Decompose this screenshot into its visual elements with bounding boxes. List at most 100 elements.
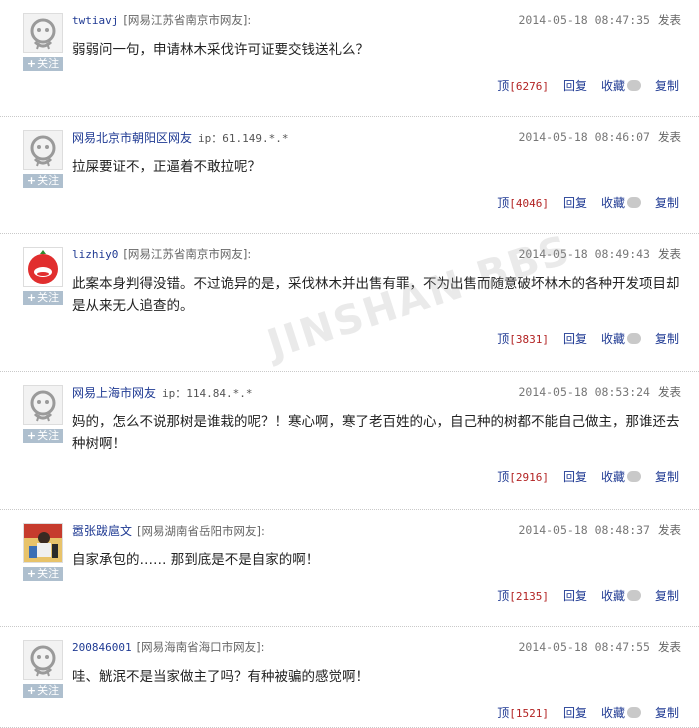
comment-timestamp: 2014-05-18 08:46:07 发表 — [518, 129, 681, 145]
user-avatar[interactable] — [23, 385, 63, 425]
reply-button[interactable]: 回复 — [563, 332, 587, 346]
copy-button[interactable]: 复制 — [655, 706, 679, 720]
copy-button[interactable]: 复制 — [655, 332, 679, 346]
plus-icon: + — [26, 174, 37, 187]
reply-button[interactable]: 回复 — [563, 470, 587, 484]
copy-button[interactable]: 复制 — [655, 196, 679, 210]
comment-timestamp: 2014-05-18 08:49:43 发表 — [518, 246, 681, 262]
copy-button[interactable]: 复制 — [655, 589, 679, 603]
plus-icon: + — [26, 291, 37, 304]
username-link[interactable]: 网易北京市朝阳区网友 — [72, 131, 192, 145]
timestamp-text: 2014-05-18 08:47:55 — [518, 640, 650, 654]
comment-meta: 网易上海市网友 ip：114.84.*.* — [72, 384, 253, 401]
plus-icon: + — [26, 684, 37, 697]
collect-button[interactable]: 收藏 — [601, 470, 641, 484]
follow-button[interactable]: +关注 — [23, 567, 63, 581]
upvote-button[interactable]: 顶[3831] — [497, 332, 549, 346]
collect-button[interactable]: 收藏 — [601, 706, 641, 720]
comment-actions: 顶[2916] 回复 收藏 复制 — [497, 468, 679, 485]
comment-actions: 顶[1521] 回复 收藏 复制 — [497, 704, 679, 721]
reply-button[interactable]: 回复 — [563, 706, 587, 720]
user-avatar[interactable] — [23, 13, 63, 53]
comment-item: +关注 网易上海市网友 ip：114.84.*.* 2014-05-18 08:53:… — [0, 372, 699, 510]
collect-label: 收藏 — [600, 706, 625, 720]
collect-label: 收藏 — [600, 470, 625, 484]
timestamp-text: 2014-05-18 08:49:43 — [518, 247, 650, 261]
speech-bubble-icon — [626, 80, 641, 91]
timestamp-text: 2014-05-18 08:48:37 — [518, 523, 650, 537]
follow-button[interactable]: +关注 — [23, 57, 63, 71]
publish-label: 发表 — [658, 640, 681, 654]
copy-button[interactable]: 复制 — [655, 470, 679, 484]
upvote-count: [6276] — [509, 80, 549, 93]
user-ip: ip：114.84.*.* — [162, 387, 253, 400]
plus-icon: + — [26, 567, 37, 580]
plus-icon: + — [26, 57, 37, 70]
comment-timestamp: 2014-05-18 08:47:35 发表 — [518, 12, 681, 28]
upvote-button[interactable]: 顶[4046] — [497, 196, 549, 210]
comment-actions: 顶[3831] 回复 收藏 复制 — [497, 330, 679, 347]
user-location: [网易海南省海口市网友]: — [136, 640, 265, 654]
comment-meta: 嚣张跋扈文 [网易湖南省岳阳市网友]: — [72, 522, 265, 539]
collect-button[interactable]: 收藏 — [601, 79, 641, 93]
upvote-count: [3831] — [509, 333, 549, 346]
reply-button[interactable]: 回复 — [563, 196, 587, 210]
username-link[interactable]: 嚣张跋扈文 — [72, 524, 132, 538]
username-link[interactable]: twtiavj — [72, 14, 118, 27]
comment-meta: 200846001 [网易海南省海口市网友]: — [72, 639, 264, 655]
comment-meta: twtiavj [网易江苏省南京市网友]: — [72, 12, 251, 28]
comment-item: +关注 lizhiy0 [网易江苏省南京市网友]: 2014-05-18 08:49:… — [0, 234, 699, 372]
upvote-count: [4046] — [509, 197, 549, 210]
comment-actions: 顶[6276] 回复 收藏 复制 — [497, 77, 679, 94]
upvote-label: 顶 — [497, 196, 510, 210]
upvote-button[interactable]: 顶[1521] — [497, 706, 549, 720]
username-link[interactable]: 网易上海市网友 — [72, 386, 156, 400]
user-location: [网易江苏省南京市网友]: — [123, 247, 252, 261]
follow-button[interactable]: +关注 — [23, 684, 63, 698]
comment-content: 妈的，怎么不说那树是谁栽的呢？！寒心啊，寒了老百姓的心，自己种的树都不能自己做主… — [72, 414, 680, 452]
plus-icon: + — [26, 429, 37, 442]
user-location: [网易湖南省岳阳市网友]: — [137, 524, 265, 538]
upvote-button[interactable]: 顶[2135] — [497, 589, 549, 603]
upvote-label: 顶 — [497, 79, 510, 93]
collect-button[interactable]: 收藏 — [601, 589, 641, 603]
comment-item: +关注 网易北京市朝阳区网友 ip：61.149.*.* 2014-05-18 08:… — [0, 117, 699, 234]
collect-button[interactable]: 收藏 — [601, 196, 641, 210]
user-ip: ip：61.149.*.* — [198, 132, 289, 145]
upvote-button[interactable]: 顶[6276] — [497, 79, 549, 93]
follow-button[interactable]: +关注 — [23, 174, 63, 188]
upvote-label: 顶 — [497, 706, 510, 720]
comment-item: +关注 200846001 [网易海南省海口市网友]: 2014-05-18 08:4… — [0, 627, 699, 728]
reply-button[interactable]: 回复 — [563, 79, 587, 93]
user-avatar[interactable] — [23, 523, 63, 563]
publish-label: 发表 — [658, 385, 681, 399]
speech-bubble-icon — [626, 590, 641, 601]
comment-timestamp: 2014-05-18 08:47:55 发表 — [518, 639, 681, 655]
collect-button[interactable]: 收藏 — [601, 332, 641, 346]
user-avatar[interactable] — [23, 640, 63, 680]
upvote-count: [2135] — [509, 590, 549, 603]
username-link[interactable]: lizhiy0 — [72, 248, 118, 261]
upvote-count: [1521] — [509, 707, 549, 720]
copy-button[interactable]: 复制 — [655, 79, 679, 93]
comment-actions: 顶[2135] 回复 收藏 复制 — [497, 587, 679, 604]
comment-item: +关注 嚣张跋扈文 [网易湖南省岳阳市网友]: 2014-05-18 08:48:37… — [0, 510, 699, 627]
collect-label: 收藏 — [600, 196, 625, 210]
user-avatar[interactable] — [23, 247, 63, 287]
speech-bubble-icon — [626, 707, 641, 718]
comment-actions: 顶[4046] 回复 收藏 复制 — [497, 194, 679, 211]
follow-label: 关注 — [37, 57, 60, 70]
upvote-count: [2916] — [509, 471, 549, 484]
publish-label: 发表 — [658, 13, 681, 27]
comment-meta: lizhiy0 [网易江苏省南京市网友]: — [72, 246, 251, 262]
comment-timestamp: 2014-05-18 08:53:24 发表 — [518, 384, 681, 400]
follow-button[interactable]: +关注 — [23, 291, 63, 305]
comment-content: 哇、觥泯不是当家做主了吗？有种被骗的感觉啊！ — [72, 669, 369, 685]
reply-button[interactable]: 回复 — [563, 589, 587, 603]
comment-meta: 网易北京市朝阳区网友 ip：61.149.*.* — [72, 129, 289, 146]
follow-button[interactable]: +关注 — [23, 429, 63, 443]
upvote-button[interactable]: 顶[2916] — [497, 470, 549, 484]
comment-content: 自家承包的…… 那到底是不是自家的啊！ — [72, 552, 320, 568]
username-link[interactable]: 200846001 — [72, 641, 132, 654]
user-avatar[interactable] — [23, 130, 63, 170]
